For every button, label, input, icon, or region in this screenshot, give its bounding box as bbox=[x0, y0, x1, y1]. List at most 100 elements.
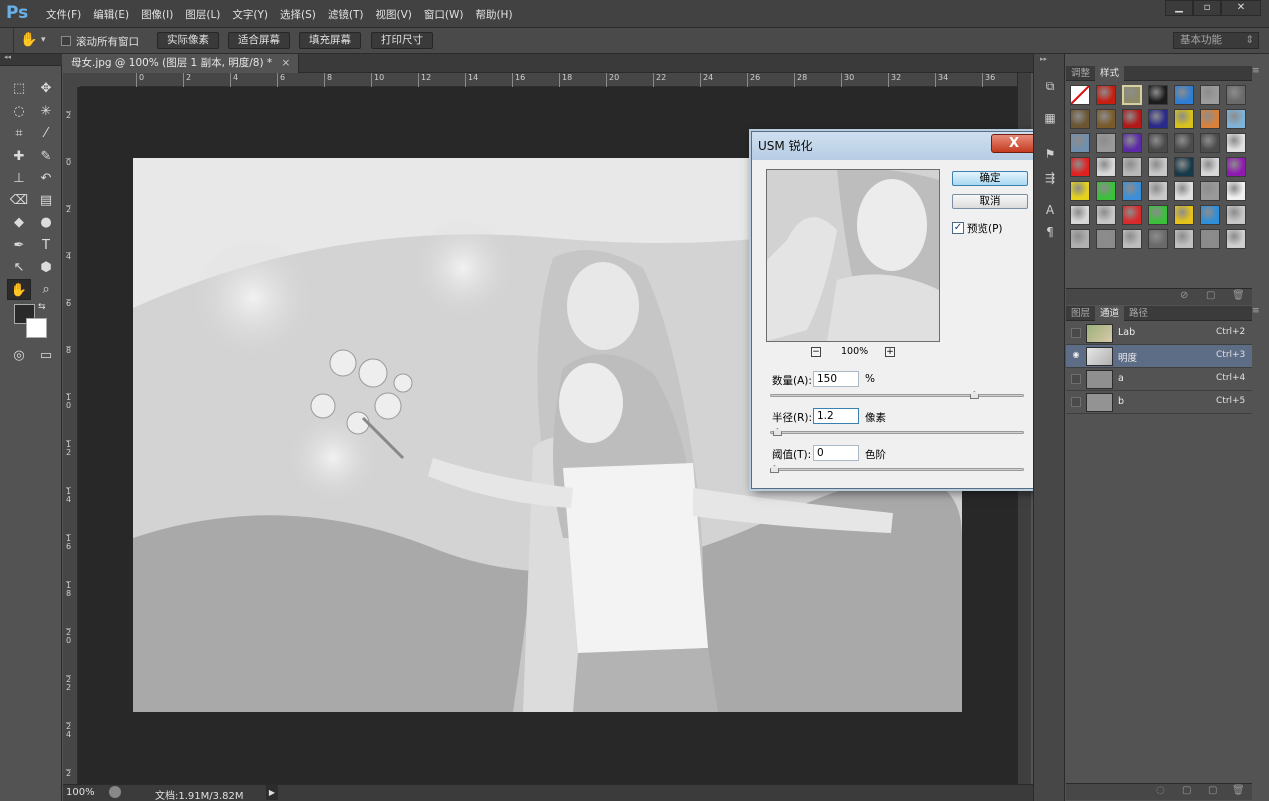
style-swatch[interactable] bbox=[1122, 205, 1142, 225]
zoom-in-button[interactable]: + bbox=[885, 347, 895, 357]
channel-row-lightness[interactable]: ◉ 明度 Ctrl+3 bbox=[1066, 345, 1252, 368]
visibility-toggle[interactable] bbox=[1071, 397, 1081, 407]
style-swatch[interactable] bbox=[1096, 109, 1116, 129]
preview-checkbox[interactable]: ✓ bbox=[952, 222, 964, 234]
style-swatch[interactable] bbox=[1200, 205, 1220, 225]
quick-mask-button[interactable]: ◎ bbox=[7, 345, 31, 366]
horizontal-ruler[interactable]: 0 2 4 6 8 10 12 14 16 18 20 22 24 26 28 30 32 34 36 bbox=[80, 73, 1017, 87]
channel-row-a[interactable]: a Ctrl+4 bbox=[1066, 368, 1252, 391]
style-swatch[interactable] bbox=[1174, 133, 1194, 153]
style-swatch[interactable] bbox=[1148, 133, 1168, 153]
style-swatch[interactable] bbox=[1070, 133, 1090, 153]
style-swatch[interactable] bbox=[1070, 109, 1090, 129]
style-swatch[interactable] bbox=[1226, 109, 1246, 129]
amount-input[interactable]: 150 bbox=[813, 371, 859, 387]
tab-styles[interactable]: 样式 bbox=[1095, 66, 1125, 81]
tab-adjustments[interactable]: 调整 bbox=[1066, 66, 1095, 81]
eyedropper-tool[interactable]: ⁄ bbox=[34, 123, 58, 144]
style-swatch[interactable] bbox=[1174, 181, 1194, 201]
style-swatch[interactable] bbox=[1096, 181, 1116, 201]
screen-mode-button[interactable]: ▭ bbox=[34, 345, 58, 366]
lasso-tool[interactable]: ◌ bbox=[7, 101, 31, 122]
style-swatch[interactable] bbox=[1148, 109, 1168, 129]
clone-stamp-tool[interactable]: ⊥ bbox=[7, 168, 31, 189]
style-swatch[interactable] bbox=[1148, 157, 1168, 177]
style-swatch[interactable] bbox=[1070, 181, 1090, 201]
zoom-tool[interactable]: ⌕ bbox=[34, 279, 58, 300]
type-tool[interactable]: T bbox=[34, 235, 58, 256]
style-swatch[interactable] bbox=[1200, 133, 1220, 153]
brush-tool[interactable]: ✎ bbox=[34, 146, 58, 167]
threshold-slider[interactable] bbox=[770, 468, 1024, 471]
style-swatch[interactable] bbox=[1200, 85, 1220, 105]
radius-slider-thumb[interactable] bbox=[772, 428, 782, 436]
paragraph-panel-icon[interactable]: ¶ bbox=[1042, 224, 1058, 240]
style-swatch[interactable] bbox=[1226, 133, 1246, 153]
clear-style-icon[interactable]: ⊘ bbox=[1180, 290, 1188, 301]
vertical-ruler[interactable]: 2 0 2 4 6 8 1 0 1 2 1 4 1 6 1 8 2 0 2 2 2 4 2 bbox=[63, 87, 78, 784]
restore-button[interactable]: ▫ bbox=[1193, 0, 1221, 16]
blur-tool[interactable]: ◆ bbox=[7, 212, 31, 233]
status-menu-icon[interactable] bbox=[109, 786, 121, 798]
pen-tool[interactable]: ✒ bbox=[7, 235, 31, 256]
menu-type[interactable]: 文字(Y) bbox=[226, 7, 274, 22]
style-swatch[interactable] bbox=[1200, 181, 1220, 201]
delete-channel-icon[interactable]: 🗑 bbox=[1232, 785, 1245, 796]
scroll-all-checkbox[interactable] bbox=[61, 36, 71, 46]
tab-channels[interactable]: 通道 bbox=[1095, 306, 1125, 321]
character-panel-icon[interactable]: A bbox=[1042, 202, 1058, 218]
style-swatch[interactable] bbox=[1070, 157, 1090, 177]
new-channel-icon[interactable]: ▢ bbox=[1208, 785, 1217, 796]
dialog-close-button[interactable]: X bbox=[991, 134, 1037, 153]
style-swatch[interactable] bbox=[1070, 229, 1090, 249]
history-panel-icon[interactable]: ⧉ bbox=[1042, 78, 1058, 94]
tab-layers[interactable]: 图层 bbox=[1066, 306, 1095, 321]
style-swatch[interactable] bbox=[1122, 229, 1142, 249]
style-swatch[interactable] bbox=[1226, 181, 1246, 201]
path-select-tool[interactable]: ↖ bbox=[7, 257, 31, 278]
preview-window[interactable] bbox=[766, 169, 940, 342]
print-size-button[interactable]: 打印尺寸 bbox=[371, 32, 433, 49]
actions-panel-icon[interactable]: ⇶ bbox=[1042, 170, 1058, 186]
menu-select[interactable]: 选择(S) bbox=[274, 7, 322, 22]
workspace-select[interactable]: 基本功能 ⇕ bbox=[1173, 32, 1259, 49]
properties-panel-icon[interactable]: ▦ bbox=[1042, 110, 1058, 126]
style-swatch[interactable] bbox=[1122, 109, 1142, 129]
style-swatch[interactable] bbox=[1122, 85, 1142, 105]
radius-input[interactable]: 1.2 bbox=[813, 408, 859, 424]
eraser-tool[interactable]: ⌫ bbox=[7, 190, 31, 211]
style-swatch[interactable] bbox=[1226, 85, 1246, 105]
threshold-input[interactable]: 0 bbox=[813, 445, 859, 461]
style-swatch[interactable] bbox=[1096, 157, 1116, 177]
expand-icon[interactable]: ▸▸ bbox=[1040, 55, 1047, 63]
style-swatch[interactable] bbox=[1200, 157, 1220, 177]
save-selection-icon[interactable]: ▢ bbox=[1182, 785, 1191, 796]
swap-colors-icon[interactable]: ⇆ bbox=[38, 302, 46, 312]
menu-help[interactable]: 帮助(H) bbox=[469, 7, 518, 22]
radius-slider[interactable] bbox=[770, 431, 1024, 434]
fill-screen-button[interactable]: 填充屏幕 bbox=[299, 32, 361, 49]
history-brush-tool[interactable]: ↶ bbox=[34, 168, 58, 189]
style-swatch[interactable] bbox=[1122, 157, 1142, 177]
amount-slider[interactable] bbox=[770, 394, 1024, 397]
style-swatch[interactable] bbox=[1226, 157, 1246, 177]
menu-filter[interactable]: 滤镜(T) bbox=[322, 7, 370, 22]
rect-marquee-tool[interactable]: ⬚ bbox=[7, 78, 31, 99]
amount-slider-thumb[interactable] bbox=[969, 391, 979, 399]
move-tool[interactable]: ✥ bbox=[34, 78, 58, 99]
style-swatch[interactable] bbox=[1174, 109, 1194, 129]
style-swatch[interactable] bbox=[1200, 109, 1220, 129]
document-tab[interactable]: 母女.jpg @ 100% (图层 1 副本, 明度/8) * × bbox=[63, 54, 300, 73]
panel-menu-icon[interactable]: ≡ bbox=[1252, 66, 1260, 76]
style-swatch[interactable] bbox=[1226, 205, 1246, 225]
channels-menu-icon[interactable]: ≡ bbox=[1252, 306, 1260, 316]
style-swatch[interactable] bbox=[1122, 181, 1142, 201]
style-swatch[interactable] bbox=[1096, 229, 1116, 249]
style-swatch[interactable] bbox=[1226, 229, 1246, 249]
visibility-toggle[interactable] bbox=[1071, 328, 1081, 338]
visibility-toggle[interactable] bbox=[1071, 374, 1081, 384]
healing-tool[interactable]: ✚ bbox=[7, 146, 31, 167]
hand-tool[interactable]: ✋ bbox=[7, 279, 31, 300]
menu-layer[interactable]: 图层(L) bbox=[179, 7, 226, 22]
collapse-icon[interactable]: ◂◂ bbox=[4, 53, 11, 61]
